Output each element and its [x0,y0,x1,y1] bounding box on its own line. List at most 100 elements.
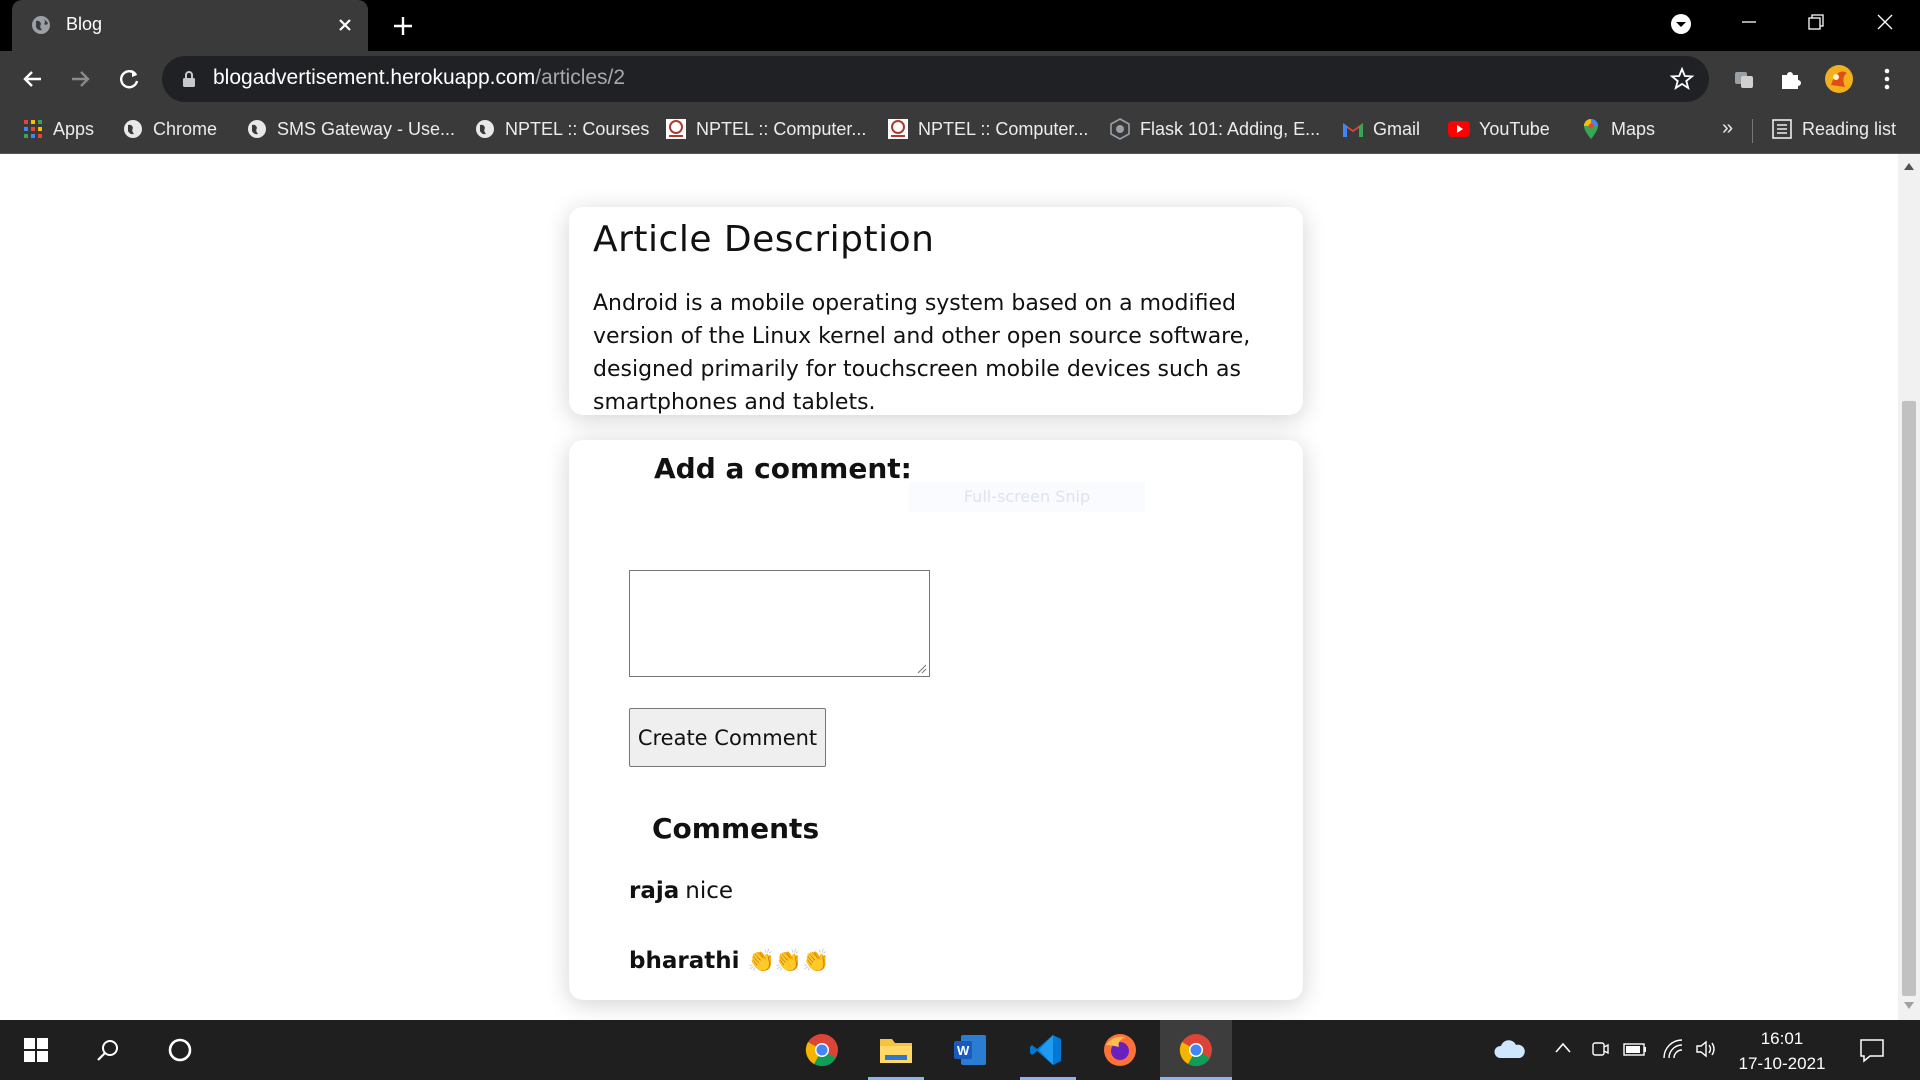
globe-icon [246,118,268,140]
bookmark-label: Flask 101: Adding, E... [1140,118,1321,139]
bookmarks-bar: Apps Chrome SMS Gateway - Use... NPTEL :… [0,107,1920,154]
firefox-icon[interactable] [1102,1032,1138,1068]
bookmark-label: SMS Gateway - Use... [277,118,456,139]
bookmark-label: Maps [1611,118,1656,139]
comment-author: raja [629,878,680,904]
maps-icon [1580,118,1602,140]
bookmark-nptel-computer-2[interactable]: NPTEL :: Computer... [887,115,1088,143]
gmail-icon [1342,118,1364,140]
bookmark-nptel-courses[interactable]: NPTEL :: Courses [474,115,649,143]
notifications-icon[interactable] [1858,1036,1886,1064]
apps-grid-icon [22,118,44,140]
cortana-icon[interactable] [162,1032,198,1068]
nptel-icon [665,118,687,140]
article-body: Android is a mobile operating system bas… [593,291,1251,415]
profile-avatar[interactable] [1823,63,1855,95]
youtube-icon [1448,118,1470,140]
vscode-icon[interactable] [1028,1032,1064,1068]
bookmark-label: Chrome [153,118,218,139]
page-scrollbar[interactable] [1898,154,1920,1020]
article-card: Article Description Android is a mobile … [569,207,1303,415]
forward-arrow-icon[interactable] [65,63,97,95]
menu-kebab-icon[interactable] [1871,63,1903,95]
tab-strip: Blog [0,0,1920,51]
comment-item: bharathi 👏👏👏 [629,948,830,974]
extensions-puzzle-icon[interactable] [1774,63,1806,95]
windows-start-icon[interactable] [18,1032,54,1068]
search-icon[interactable] [90,1032,126,1068]
browser-tab[interactable]: Blog [12,0,368,51]
address-bar[interactable]: blogadvertisement.herokuapp.com/articles… [162,56,1709,102]
clock-date: 17-10-2021 [1738,1054,1826,1073]
wifi-icon[interactable] [1662,1038,1684,1060]
url-text[interactable]: blogadvertisement.herokuapp.com/articles… [213,66,625,90]
bookmark-gmail[interactable]: Gmail [1342,115,1420,143]
system-clock[interactable]: 16:01 17-10-2021 [1730,1026,1834,1076]
bookmark-label: Apps [53,118,95,139]
svg-text:W: W [957,1043,970,1058]
bookmark-label: Gmail [1373,118,1421,139]
reading-list-icon [1771,118,1793,140]
comment-item: raja nice [629,878,733,904]
lock-icon[interactable] [182,70,196,88]
file-explorer-icon[interactable] [878,1032,914,1068]
comment-card: Add a comment: Full-screen Snip Create C… [569,440,1303,1000]
bookmark-star-icon[interactable] [1669,66,1695,92]
resize-grip-icon[interactable] [917,664,927,674]
create-comment-button[interactable]: Create Comment [629,708,826,767]
reload-icon[interactable] [113,63,145,95]
more-bookmarks-chevron[interactable]: » [1722,117,1733,140]
comment-author: bharathi [629,948,740,974]
clock-time: 16:01 [1760,1029,1804,1048]
scrollbar-thumb[interactable] [1902,401,1916,996]
reading-list-button[interactable]: Reading list [1771,115,1896,143]
bookmark-youtube[interactable]: YouTube [1448,115,1550,143]
battery-icon[interactable] [1622,1038,1648,1060]
tab-title: Blog [66,14,103,34]
tab-search-icon[interactable] [1670,13,1692,35]
back-arrow-icon[interactable] [16,63,48,95]
word-icon[interactable]: W [952,1032,988,1068]
translate-extension-icon[interactable] [1728,63,1760,95]
scroll-up-arrow-icon[interactable] [1904,162,1914,170]
add-comment-heading: Add a comment: [654,452,912,485]
minimize-icon[interactable] [1734,9,1764,35]
bookmark-chrome[interactable]: Chrome [122,115,217,143]
meet-now-icon[interactable] [1590,1038,1610,1060]
scroll-down-arrow-icon[interactable] [1904,1002,1914,1010]
globe-icon [122,118,144,140]
bookmark-label: YouTube [1479,118,1550,139]
close-window-icon[interactable] [1870,9,1900,35]
bookmark-maps[interactable]: Maps [1580,115,1655,143]
bookmark-sms-gateway[interactable]: SMS Gateway - Use... [246,115,455,143]
article-heading: Article Description [593,219,935,260]
browser-toolbar: blogadvertisement.herokuapp.com/articles… [0,51,1920,107]
comments-heading: Comments [652,812,820,845]
restore-icon[interactable] [1800,9,1830,35]
volume-icon[interactable] [1694,1038,1720,1060]
nptel-icon [887,118,909,140]
comment-textarea[interactable] [629,570,930,677]
comment-text: nice [685,878,734,904]
new-tab-icon[interactable] [390,13,416,39]
chrome-active-taskbar-icon[interactable] [1178,1032,1214,1068]
snip-overlay-label: Full-screen Snip [909,482,1145,512]
chevron-up-icon[interactable] [1554,1038,1572,1058]
chrome-taskbar-icon[interactable] [804,1032,840,1068]
bookmark-apps[interactable]: Apps [22,115,94,143]
bookmark-label: NPTEL :: Computer... [696,118,867,139]
windows-taskbar: W 16:01 17-10-2021 [0,1020,1920,1080]
bookmarks-divider [1752,119,1753,143]
flask-icon [1109,118,1131,140]
page-viewport: Article Description Android is a mobile … [0,154,1898,1020]
bookmark-nptel-computer-1[interactable]: NPTEL :: Computer... [665,115,866,143]
bookmark-label: NPTEL :: Courses [505,118,650,139]
globe-icon [474,118,496,140]
url-path: /articles/2 [535,66,626,89]
onedrive-cloud-icon[interactable] [1494,1038,1526,1060]
globe-icon [32,16,50,34]
bookmark-flask-101[interactable]: Flask 101: Adding, E... [1109,115,1320,143]
bookmark-label: NPTEL :: Computer... [918,118,1089,139]
reading-list-label: Reading list [1802,118,1897,139]
close-icon[interactable] [334,14,356,36]
